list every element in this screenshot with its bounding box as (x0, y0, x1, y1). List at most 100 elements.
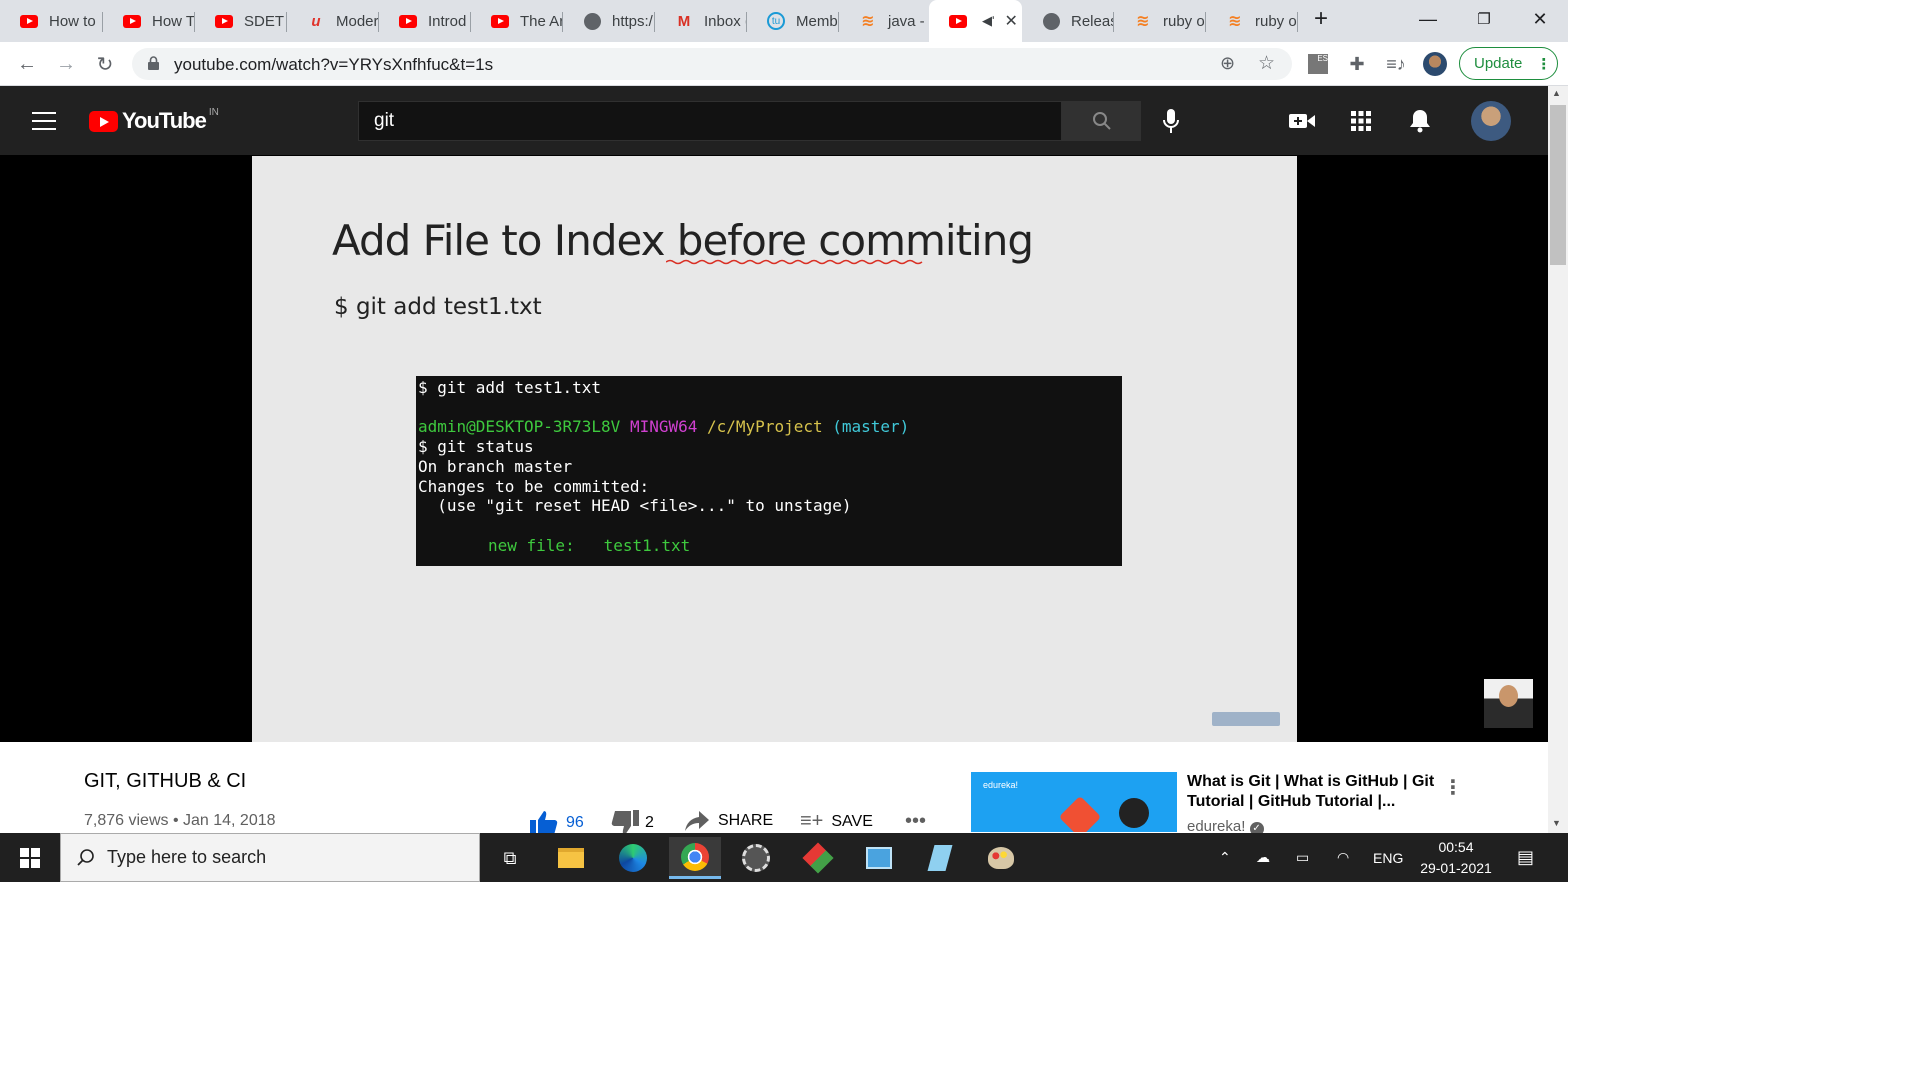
back-button[interactable]: ← (12, 50, 42, 78)
system-clock[interactable]: 00:54 29-01-2021 (1410, 837, 1502, 879)
recommended-title[interactable]: What is Git | What is GitHub | Git Tutor… (1187, 772, 1442, 812)
close-tab-icon[interactable]: ✕ (1004, 11, 1017, 31)
menu-hamburger-icon[interactable] (32, 112, 56, 130)
scroll-down-arrow-icon[interactable]: ▼ (1552, 818, 1561, 828)
add-to-home-icon[interactable]: ⊕ (1220, 53, 1235, 74)
update-label: Update (1474, 55, 1523, 72)
tab-introd[interactable]: Introd (379, 0, 471, 42)
terminal-prompt: admin@DESKTOP-3R73L8V MINGW64 /c/MyProje… (418, 417, 1120, 437)
tab-modern[interactable]: u Moder (287, 0, 379, 42)
scrollbar-thumb[interactable] (1550, 105, 1566, 265)
apps-grid-icon[interactable] (1348, 108, 1374, 134)
youtube-icon (399, 12, 417, 30)
update-button[interactable]: Update ⋮ (1459, 47, 1558, 80)
teamviewer-watermark (1212, 712, 1280, 726)
prompt-path: /c/MyProject (707, 417, 823, 437)
video-meta: 7,876 views • Jan 14, 2018 (84, 812, 276, 829)
tab-https[interactable]: https:/ (563, 0, 655, 42)
search-icon (1092, 112, 1111, 130)
slide-command: $ git add test1.txt (334, 294, 542, 320)
recommended-thumbnail[interactable]: edureka! (971, 772, 1177, 832)
media-control-icon[interactable]: ≡♪ (1384, 52, 1408, 76)
recommended-menu-icon[interactable]: ⋮ (1443, 775, 1463, 800)
share-label: SHARE (718, 812, 774, 829)
globe-icon (1042, 12, 1060, 30)
extension-es-icon[interactable]: ES (1306, 52, 1330, 76)
tab-title: Memb (796, 12, 838, 30)
tab-active-youtube[interactable]: ◀ʹ ✕ (929, 0, 1022, 42)
tab-sdet[interactable]: SDET - (195, 0, 287, 42)
tab-inbox[interactable]: M Inbox ( (655, 0, 747, 42)
minimize-button[interactable]: — (1400, 0, 1456, 38)
account-avatar[interactable] (1471, 101, 1511, 141)
terminal-line: Changes to be committed: (418, 476, 650, 496)
control-panel-icon[interactable] (853, 837, 905, 879)
language-label: ENG (1373, 849, 1404, 866)
menu-kebab-icon: ⋮ (1536, 55, 1552, 73)
file-explorer-icon[interactable] (545, 837, 597, 879)
dislike-count: 2 (645, 814, 654, 831)
save-button[interactable]: ≡+ SAVE (800, 810, 873, 833)
more-actions-icon[interactable]: ••• (905, 810, 926, 833)
language-indicator[interactable]: ENG (1373, 833, 1403, 882)
newfile-label: new file: (488, 535, 575, 555)
clock-date: 29-01-2021 (1420, 860, 1492, 876)
spellcheck-underline (666, 259, 923, 265)
url-text: youtube.com/watch?v=YRYsXnfhfuc&t=1s (174, 55, 494, 74)
reload-button[interactable]: ↻ (90, 50, 120, 78)
tab-title: How to (49, 12, 96, 30)
thumbnail-tag: edureka! (983, 780, 1019, 790)
forward-button[interactable]: → (51, 50, 81, 78)
profile-avatar-icon[interactable] (1423, 52, 1447, 76)
audio-playing-icon[interactable]: ◀ʹ (982, 13, 994, 29)
action-center-icon[interactable]: ▤ (1517, 833, 1534, 882)
tab-ruby-2[interactable]: ≋ ruby o (1206, 0, 1298, 42)
country-code: IN (208, 106, 219, 118)
tab-ruby-1[interactable]: ≋ ruby o (1114, 0, 1206, 42)
restore-button[interactable]: ❐ (1456, 0, 1512, 38)
voice-search-icon[interactable] (1158, 108, 1184, 134)
create-video-icon[interactable] (1289, 108, 1315, 134)
windows-logo-icon (19, 847, 40, 868)
notifications-bell-icon[interactable] (1407, 108, 1433, 134)
address-bar[interactable]: youtube.com/watch?v=YRYsXnfhfuc&t=1s ⊕ ☆ (132, 48, 1292, 80)
tab-how-to-1[interactable]: How to (0, 0, 103, 42)
gear-app-icon[interactable] (730, 837, 782, 879)
onedrive-cloud-icon[interactable]: ☁ (1256, 833, 1270, 882)
search-input[interactable]: git (358, 101, 1062, 141)
youtube-logo[interactable]: YouTube IN (89, 106, 219, 134)
extensions-puzzle-icon[interactable]: ✚ (1345, 52, 1369, 76)
search-value: git (374, 110, 395, 131)
tab-release[interactable]: Releas (1022, 0, 1114, 42)
wifi-icon[interactable]: ◠ (1337, 833, 1349, 882)
close-window-button[interactable]: ✕ (1512, 0, 1568, 38)
youtube-icon (20, 12, 38, 30)
battery-icon[interactable]: ▭ (1296, 833, 1309, 882)
paint-app-icon[interactable] (975, 837, 1027, 879)
udemy-icon: u (311, 12, 321, 30)
tab-java[interactable]: ≋ java - ( (839, 0, 931, 42)
show-hidden-icons-icon[interactable]: ⌃ (1219, 833, 1231, 882)
tab-memb[interactable]: tu Memb (747, 0, 839, 42)
edge-browser-icon[interactable] (607, 837, 659, 879)
chrome-browser-icon[interactable] (669, 837, 721, 879)
browser-toolbar: ← → ↻ youtube.com/watch?v=YRYsXnfhfuc&t=… (0, 42, 1568, 86)
taskbar-search-box[interactable]: Type here to search (60, 833, 480, 882)
scroll-up-arrow-icon[interactable]: ▲ (1552, 88, 1561, 98)
video-frame-slide[interactable]: Add File to Index before commiting $ git… (252, 156, 1297, 742)
tab-how-to-2[interactable]: How To (103, 0, 195, 42)
start-button[interactable] (0, 833, 59, 882)
new-tab-button[interactable]: + (1298, 0, 1344, 38)
save-playlist-icon: ≡+ (800, 810, 824, 832)
presenter-thumbnail (1484, 679, 1533, 728)
share-button[interactable]: SHARE (684, 810, 773, 832)
terminal-line: $ git status (418, 437, 534, 457)
search-button[interactable] (1062, 101, 1141, 141)
git-app-icon[interactable] (792, 837, 844, 879)
task-view-icon[interactable]: ⧉ (484, 837, 536, 879)
notepad-app-icon[interactable] (914, 837, 966, 879)
tab-the-ar[interactable]: The Ar (471, 0, 563, 42)
bookmark-star-icon[interactable]: ☆ (1258, 52, 1275, 75)
windows-taskbar: Type here to search ⧉ ⌃ ☁ ▭ ◠ ENG 00:54 … (0, 833, 1568, 882)
youtube-play-icon (89, 110, 118, 132)
